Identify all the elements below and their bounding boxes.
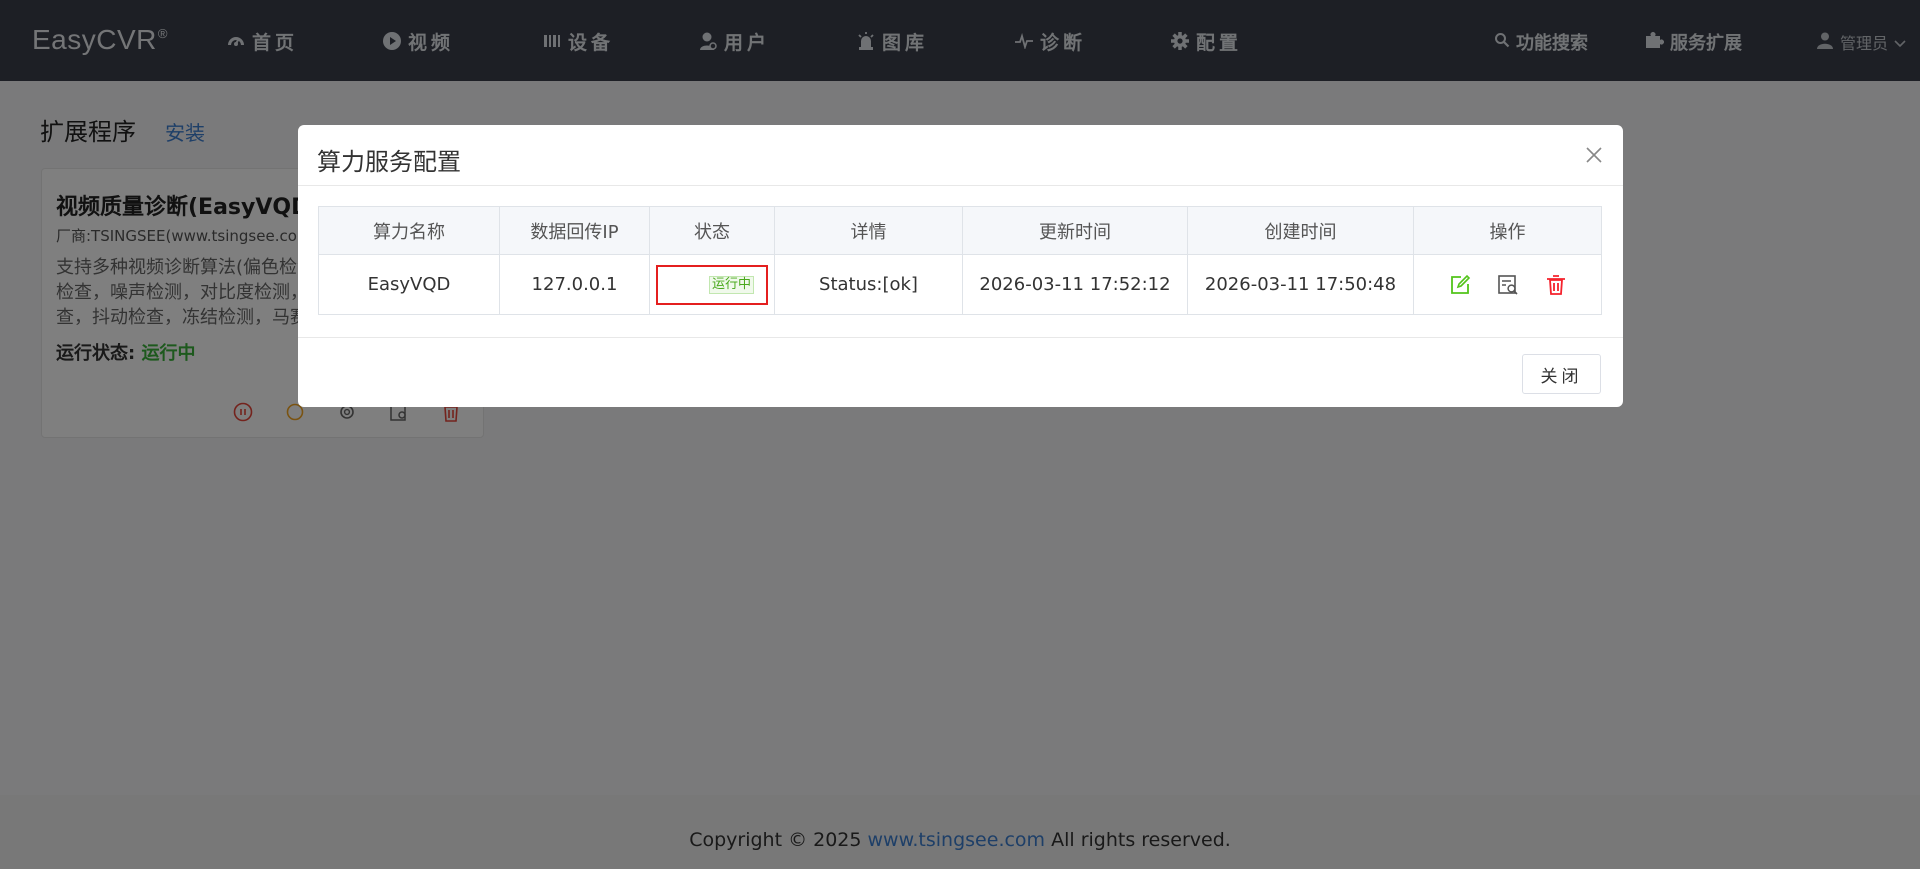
- edit-icon[interactable]: [1449, 274, 1471, 296]
- close-icon[interactable]: [1583, 144, 1605, 166]
- compute-service-dialog: 算力服务配置 算力名称 数据回传IP 状态 详情 更新时间 创建时间 操作 Ea…: [298, 125, 1623, 407]
- column-header: 创建时间: [1187, 206, 1414, 255]
- status-badge: 运行中: [708, 275, 754, 294]
- dialog-title: 算力服务配置: [317, 148, 461, 176]
- table-header-row: 算力名称 数据回传IP 状态 详情 更新时间 创建时间 操作: [318, 206, 1602, 255]
- cell-status: 运行中: [649, 254, 775, 315]
- cell-updated: 2026-03-11 17:52:12: [962, 254, 1188, 315]
- cell-created: 2026-03-11 17:50:48: [1187, 254, 1414, 315]
- column-header: 操作: [1413, 206, 1602, 255]
- delete-icon[interactable]: [1545, 274, 1567, 296]
- log-view-icon[interactable]: [1497, 274, 1519, 296]
- close-button[interactable]: 关闭: [1522, 354, 1601, 394]
- column-header: 更新时间: [962, 206, 1188, 255]
- dialog-footer: 关闭: [298, 337, 1623, 407]
- status-highlight-box: 运行中: [656, 264, 768, 305]
- dialog-header: 算力服务配置: [298, 125, 1623, 186]
- cell-name: EasyVQD: [318, 254, 500, 315]
- cell-detail: Status:[ok]: [774, 254, 963, 315]
- column-header: 详情: [774, 206, 963, 255]
- cell-ip: 127.0.0.1: [499, 254, 650, 315]
- column-header: 状态: [649, 206, 775, 255]
- compute-table: 算力名称 数据回传IP 状态 详情 更新时间 创建时间 操作 EasyVQD 1…: [318, 206, 1602, 315]
- cell-actions: [1413, 254, 1602, 315]
- column-header: 数据回传IP: [499, 206, 650, 255]
- column-header: 算力名称: [318, 206, 500, 255]
- table-row: EasyVQD 127.0.0.1 运行中 Status:[ok] 2026-0…: [318, 254, 1602, 315]
